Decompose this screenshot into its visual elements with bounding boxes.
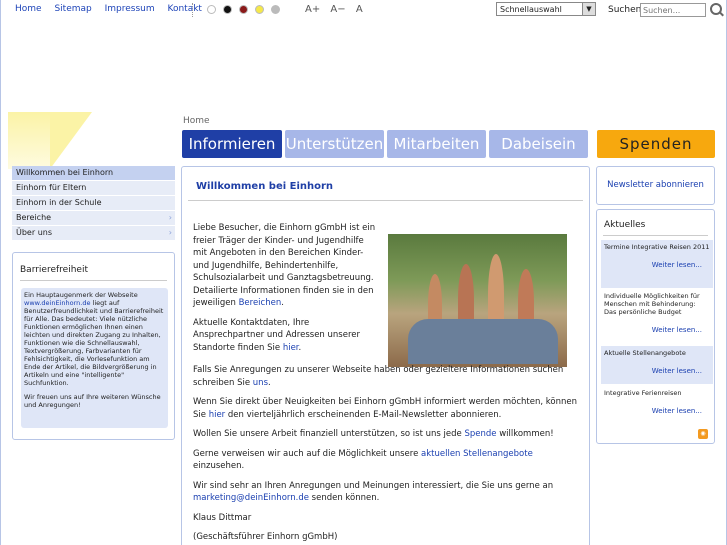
font-smaller-button[interactable]: A− [330,4,345,15]
sidebar-item-label: Einhorn in der Schule [16,198,102,207]
quick-select-value: Schnellauswahl [500,5,562,14]
signature-name: Klaus Dittmar [193,512,252,523]
paragraph: senden können. [311,493,380,503]
newsletter-link[interactable]: Newsletter abonnieren [607,180,704,190]
bereiche-link[interactable]: Bereichen [239,298,282,308]
color-scheme-selector [207,5,280,14]
paragraph: den vierteljährlich erscheinenden E-Mail… [227,409,502,420]
search-label: Suchen [608,5,642,15]
newsletter-box: Newsletter abonnieren [596,166,715,205]
breadcrumb[interactable]: Home [183,116,210,126]
newsletter-hier-link[interactable]: hier [209,410,225,420]
font-larger-button[interactable]: A+ [305,4,320,15]
quick-select-dropdown[interactable]: Schnellauswahl ▼ [496,2,596,16]
chevron-right-icon: › [168,228,172,237]
read-more-link[interactable]: Weiter lesen... [604,261,710,269]
website-link[interactable]: www.deinEinhorn.de [24,299,90,307]
search-input[interactable] [640,3,706,17]
divider [188,200,583,201]
main-content: Willkommen bei Einhorn Liebe Besucher, d… [181,166,590,545]
top-bar: Home Sitemap Impressum Kontakt A+ A− A S… [0,0,727,20]
news-item: Integrative Ferienreisen Weiter lesen... [601,386,713,424]
chevron-down-icon: ▼ [582,3,595,15]
intro-text: Liebe Besucher, die Einhorn gGmbH ist ei… [193,223,376,353]
font-reset-button[interactable]: A [356,4,363,15]
accessibility-text: Ein Hauptaugenmerk der Webseite [24,291,138,299]
email-link[interactable]: marketing@deinEinhorn.de [193,493,309,503]
color-swatch-red[interactable] [239,5,248,14]
search-icon[interactable] [710,3,722,15]
sidebar-item-label: Einhorn für Eltern [16,183,87,192]
tab-unterstuetzen[interactable]: Unterstützen [285,130,384,158]
content-paragraphs: Falls Sie Anregungen zu unserer Webseite… [193,364,579,544]
news-item: Aktuelle Stellenangebote Weiter lesen... [601,346,713,384]
sidebar-item-label: Bereiche [16,213,52,222]
contact-us-link[interactable]: uns [253,378,268,388]
accessibility-text: Wir freuen uns auf Ihre weiteren Wünsche… [24,393,161,409]
paragraph: Wir sind sehr an Ihren Anregungen und Me… [193,480,554,491]
divider [20,280,167,281]
accessibility-title: Barrierefreiheit [20,265,88,275]
paragraph: Aktuelle Kontaktdaten, Ihre Ansprechpart… [193,317,360,353]
news-item-title: Aktuelle Stellenangebote [604,349,686,357]
spenden-button[interactable]: Spenden [597,130,715,158]
color-swatch-grey[interactable] [271,5,280,14]
paragraph: einzusehen. [193,461,245,471]
sidebar-navigation: Willkommen bei Einhorn Einhorn für Elter… [12,166,175,241]
sidebar-item-ueber-uns[interactable]: Über uns › [12,226,175,241]
sidebar-item-schule[interactable]: Einhorn in der Schule [12,196,175,211]
read-more-link[interactable]: Weiter lesen... [604,407,710,415]
news-item-title: Integrative Ferienreisen [604,389,682,397]
paragraph: Wollen Sie unsere Arbeit finanziell unte… [193,429,462,439]
spende-link[interactable]: Spende [464,429,496,439]
news-box: Aktuelles Termine Integrative Reisen 201… [596,209,715,444]
group-photo [388,234,567,367]
news-title: Aktuelles [604,220,646,230]
sidebar-item-eltern[interactable]: Einhorn für Eltern [12,181,175,196]
divider [192,3,193,17]
news-item-title: Individuelle Möglichkeiten für Menschen … [604,292,700,316]
paragraph: Liebe Besucher, die Einhorn gGmbH ist ei… [193,223,376,308]
nav-home-link[interactable]: Home [15,4,42,14]
kontakt-hier-link[interactable]: hier [283,343,299,353]
signature-role: (Geschäftsführer Einhorn gGmbH) [193,532,338,542]
top-navigation: Home Sitemap Impressum Kontakt [15,4,212,14]
page-title: Willkommen bei Einhorn [196,181,334,192]
paragraph: willkommen! [499,429,554,439]
accessibility-info: Ein Hauptaugenmerk der Webseite www.dein… [21,288,168,428]
chevron-right-icon: › [168,213,172,222]
color-swatch-black[interactable] [223,5,232,14]
divider [603,235,708,236]
tab-mitarbeiten[interactable]: Mitarbeiten [387,130,486,158]
decorative-shape [8,112,50,169]
color-swatch-white[interactable] [207,5,216,14]
tab-informieren[interactable]: Informieren [182,130,282,158]
news-item: Individuelle Möglichkeiten für Menschen … [601,289,713,345]
accessibility-text: liegt auf Benutzerfreundlichkeit und Bar… [24,299,164,387]
sidebar-item-bereiche[interactable]: Bereiche › [12,211,175,226]
paragraph: Falls Sie Anregungen zu unserer Webseite… [193,365,564,388]
font-size-controls: A+ A− A [305,4,370,15]
tab-dabeisein[interactable]: Dabeisein [489,130,588,158]
sidebar-item-willkommen[interactable]: Willkommen bei Einhorn [12,166,175,181]
accessibility-box: Barrierefreiheit Ein Hauptaugenmerk der … [12,252,175,440]
read-more-link[interactable]: Weiter lesen... [604,367,710,375]
read-more-link[interactable]: Weiter lesen... [604,326,710,334]
rss-icon[interactable]: ◉ [698,429,708,439]
stellenangebote-link[interactable]: aktuellen Stellenangebote [421,449,533,459]
main-tabs: Informieren Unterstützen Mitarbeiten Dab… [182,130,588,158]
news-item-title: Termine Integrative Reisen 2011 [604,243,710,251]
nav-kontakt-link[interactable]: Kontakt [168,4,202,14]
color-swatch-yellow[interactable] [255,5,264,14]
news-item: Termine Integrative Reisen 2011 Weiter l… [601,240,713,288]
nav-impressum-link[interactable]: Impressum [105,4,155,14]
decorative-triangle [50,112,92,169]
sidebar-item-label: Über uns [16,228,52,237]
sidebar-item-label: Willkommen bei Einhorn [16,168,114,177]
nav-sitemap-link[interactable]: Sitemap [54,4,91,14]
paragraph: Gerne verweisen wir auch auf die Möglich… [193,448,419,459]
